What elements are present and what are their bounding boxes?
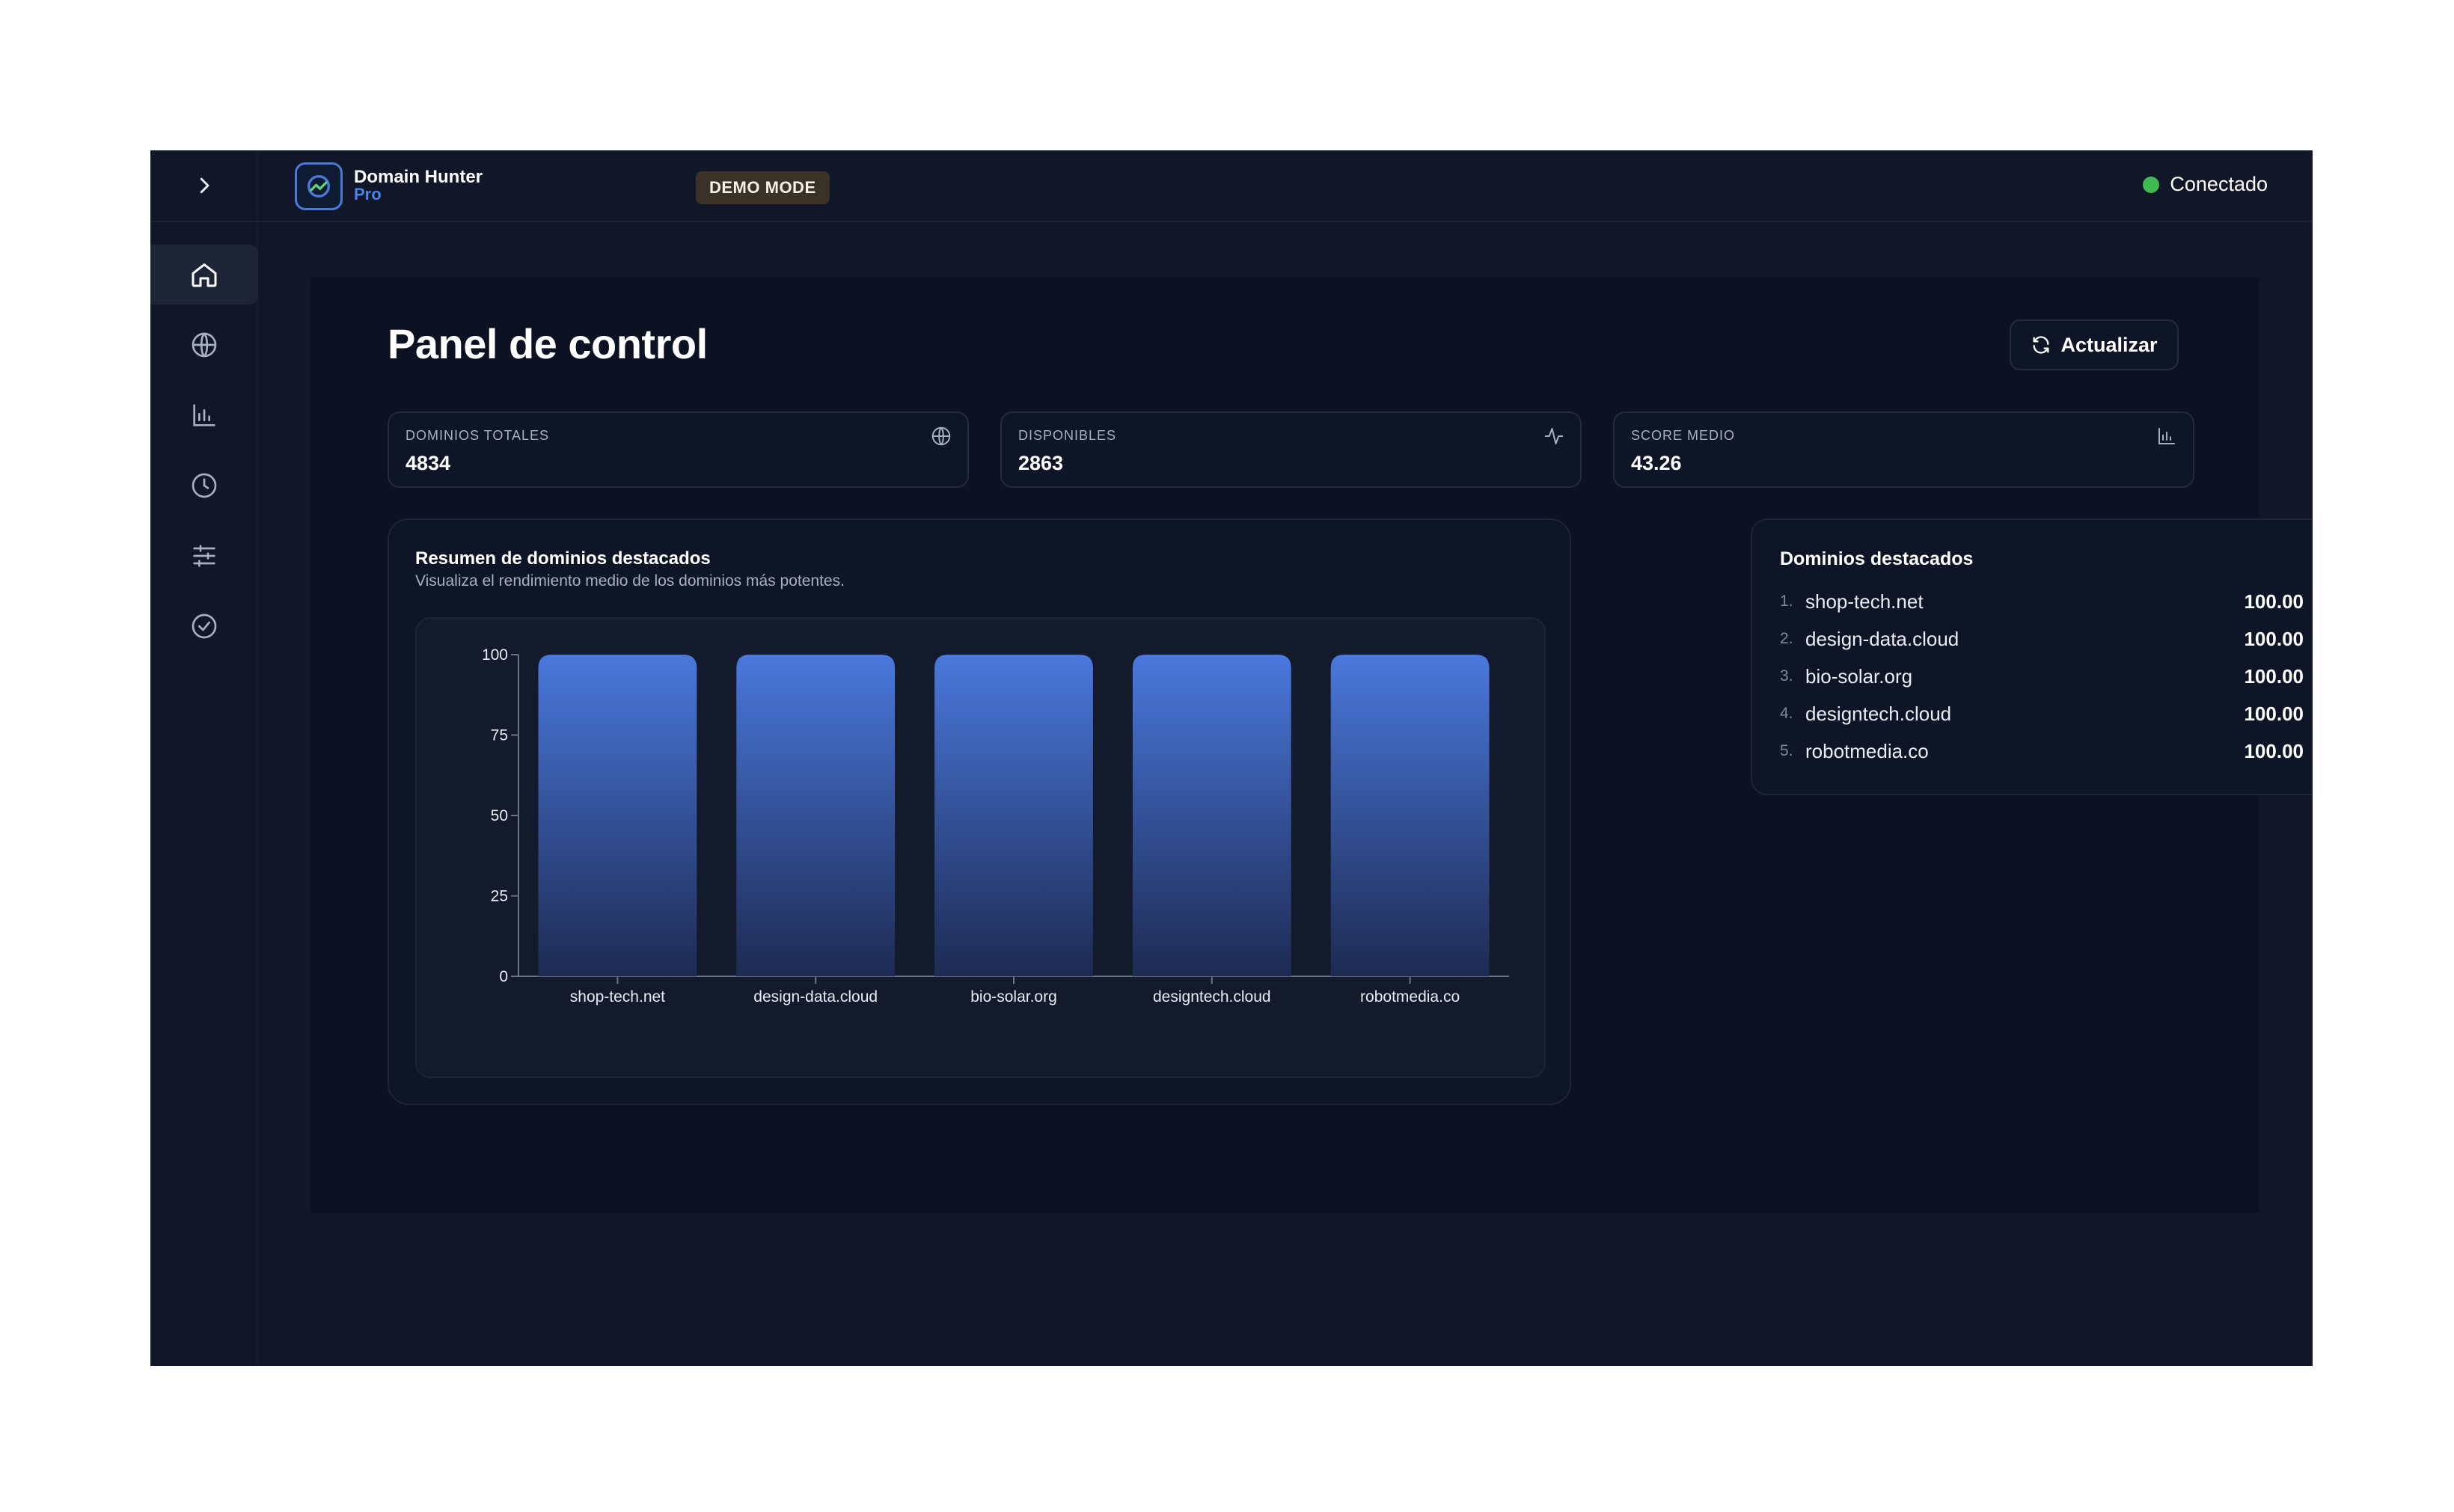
domain-name: design-data.cloud (1805, 627, 1959, 650)
list-item[interactable]: 4. designtech.cloud 100.00 (1780, 699, 2304, 729)
bar (1330, 655, 1490, 976)
stat-card-average-score: SCORE MEDIO 43.26 (1613, 411, 2194, 488)
bar (1132, 655, 1291, 976)
y-tick-label: 0 (499, 968, 508, 985)
refresh-label: Actualizar (2060, 333, 2158, 356)
featured-domains-chart-card: Resumen de dominios destacados Visualiza… (388, 518, 1571, 1105)
list-item[interactable]: 3. bio-solar.org 100.00 (1780, 661, 2304, 691)
bar-chart-icon (2158, 428, 2175, 444)
chart-title: Resumen de dominios destacados (415, 548, 711, 569)
list-item[interactable]: 1. shop-tech.net 100.00 (1780, 587, 2304, 616)
x-tick-label: bio-solar.org (970, 988, 1057, 1006)
stat-card-total-domains: DOMINIOS TOTALES 4834 (388, 411, 969, 488)
bar (736, 655, 896, 976)
y-tick-label: 75 (491, 727, 508, 744)
main-content: Panel de control Actualizar DOMINIOS TOT… (310, 278, 2313, 1213)
stat-label: SCORE MEDIO (1631, 428, 1736, 443)
rank: 3. (1780, 667, 1793, 685)
sidebar-item-analytics[interactable] (150, 385, 258, 445)
bar (934, 655, 1093, 976)
y-tick-label: 100 (482, 646, 508, 664)
status-label: Conectado (2170, 173, 2268, 195)
domain-score: 100.00 (2244, 702, 2304, 725)
stat-value: 2863 (1018, 452, 1064, 474)
domain-name: designtech.cloud (1805, 702, 1952, 725)
sidebar-item-verified[interactable] (150, 596, 258, 656)
clock-icon (192, 473, 217, 498)
domain-score: 100.00 (2244, 627, 2304, 650)
check-circle-icon (192, 613, 217, 639)
page-title: Panel de control (388, 320, 708, 367)
x-tick-label: robotmedia.co (1360, 988, 1460, 1006)
globe-icon (931, 426, 951, 446)
demo-mode-badge: DEMO MODE (696, 171, 830, 204)
rank: 1. (1780, 593, 1793, 610)
home-icon (192, 263, 217, 287)
chevron-right-icon (200, 177, 209, 194)
sidebar-item-history[interactable] (150, 456, 258, 515)
y-tick-label: 25 (491, 888, 508, 905)
list-item[interactable]: 5. robotmedia.co 100.00 (1780, 736, 2304, 766)
refresh-button[interactable]: Actualizar (2010, 319, 2179, 370)
stat-value: 4834 (406, 452, 451, 474)
refresh-icon (2033, 336, 2049, 354)
brand-tier: Pro (354, 185, 382, 203)
topbar: Domain Hunter Pro DEMO MODE Conectado (258, 150, 2313, 222)
sidebar-item-domains[interactable] (150, 315, 258, 375)
stat-value: 43.26 (1631, 452, 1682, 474)
sidebar-toggle-button[interactable] (150, 150, 258, 222)
domain-name: robotmedia.co (1805, 739, 1929, 762)
y-tick-label: 50 (491, 807, 508, 824)
sidebar-item-home[interactable] (150, 245, 258, 304)
stat-card-available: DISPONIBLES 2863 (1000, 411, 1582, 488)
sidebar (150, 150, 258, 1366)
domain-score: 100.00 (2244, 739, 2304, 762)
app-logo (295, 162, 343, 210)
trend-icon (307, 175, 330, 198)
x-tick-label: shop-tech.net (570, 988, 665, 1006)
rank: 5. (1780, 742, 1793, 759)
sliders-icon (193, 545, 215, 567)
domain-name: shop-tech.net (1805, 590, 1924, 613)
chart-subtitle: Visualiza el rendimiento medio de los do… (415, 572, 845, 590)
app-window: Domain Hunter Pro DEMO MODE Conectado Pa… (150, 150, 2313, 1366)
bar-chart-icon (193, 404, 215, 426)
domain-score: 100.00 (2244, 664, 2304, 688)
chart-frame: 0 25 50 75 100 shop-tech.net design-data.cloud… (415, 617, 1546, 1078)
bar (538, 655, 697, 976)
domain-name: bio-solar.org (1805, 664, 1913, 688)
stat-label: DISPONIBLES (1018, 428, 1117, 443)
list-item[interactable]: 2. design-data.cloud 100.00 (1780, 624, 2304, 654)
sidebar-item-filters[interactable] (150, 526, 258, 586)
connection-status: Conectado (2143, 173, 2268, 196)
rank: 4. (1780, 705, 1793, 722)
stat-label: DOMINIOS TOTALES (406, 428, 550, 443)
rank: 2. (1780, 630, 1793, 647)
activity-icon (1544, 428, 1564, 444)
x-tick-label: designtech.cloud (1153, 988, 1271, 1006)
top-domains-card: Dominios destacados 1. shop-tech.net 100… (1751, 518, 2313, 795)
x-tick-label: design-data.cloud (753, 988, 878, 1006)
status-dot (2143, 176, 2160, 193)
globe-icon (192, 332, 217, 358)
bar-chart: 0 25 50 75 100 shop-tech.net design-data.cloud… (482, 646, 1509, 1006)
domain-score: 100.00 (2244, 590, 2304, 613)
top-domains-title: Dominios destacados (1780, 548, 1974, 569)
